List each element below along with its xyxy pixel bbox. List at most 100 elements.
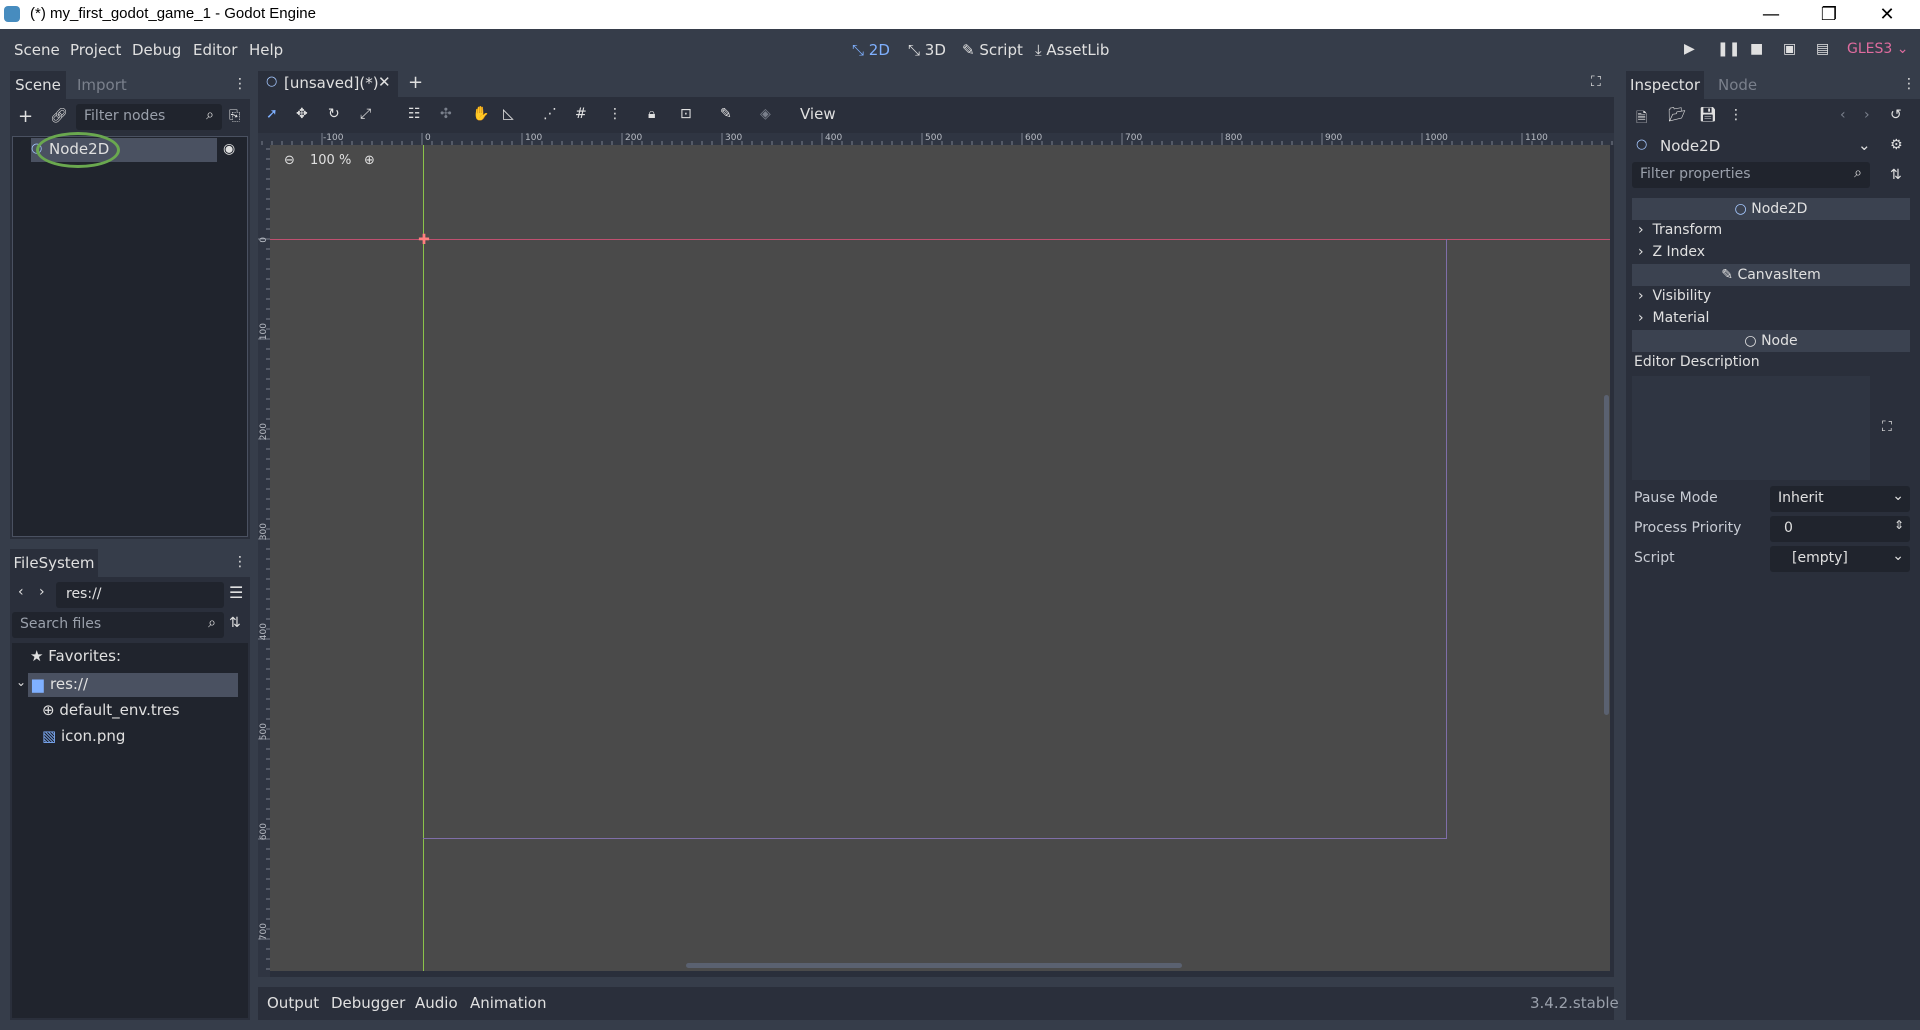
tab-node[interactable]: Node bbox=[1718, 71, 1757, 99]
grid-snap-icon[interactable]: # bbox=[575, 106, 587, 122]
globe-icon: ⊕ bbox=[42, 701, 60, 719]
dock-menu-icon[interactable]: ⋮ bbox=[233, 76, 247, 92]
search-files-input[interactable]: Search files ⌕ bbox=[12, 612, 224, 638]
stop-icon[interactable]: ■ bbox=[1750, 41, 1763, 57]
tab-filesystem[interactable]: FileSystem bbox=[10, 549, 98, 577]
view-menu[interactable]: View bbox=[800, 105, 836, 123]
object-properties-icon[interactable]: ⚙ bbox=[1890, 137, 1903, 153]
tab-audio[interactable]: Audio bbox=[415, 994, 458, 1012]
ruler-tool-icon[interactable]: ◺ bbox=[503, 106, 514, 122]
expand-icon[interactable]: ⛶ bbox=[1882, 419, 1892, 435]
sort-icon[interactable]: ⇅ bbox=[229, 615, 241, 631]
favorites-row[interactable]: ★ Favorites: bbox=[30, 647, 121, 665]
minimize-button[interactable]: — bbox=[1742, 0, 1800, 29]
group-material[interactable]: › Material bbox=[1638, 310, 1709, 326]
camera-override-icon[interactable]: ◈ bbox=[760, 106, 771, 122]
object-selector[interactable]: ○ Node2D ⌄ bbox=[1626, 133, 1871, 159]
pan-tool-icon[interactable]: ✋ bbox=[472, 106, 489, 122]
rotate-tool-icon[interactable]: ↻ bbox=[328, 106, 340, 122]
group-visibility[interactable]: › Visibility bbox=[1638, 288, 1711, 304]
restore-button[interactable]: ❐ bbox=[1800, 0, 1858, 29]
select-tool-icon[interactable]: ➚ bbox=[266, 106, 278, 122]
script-label: Script bbox=[1634, 550, 1675, 566]
pivot-tool-icon[interactable]: ✣ bbox=[440, 106, 452, 122]
close-tab-icon[interactable]: ✕ bbox=[378, 73, 391, 91]
dock-menu-icon[interactable]: ⋮ bbox=[1902, 76, 1916, 92]
list-select-icon[interactable]: ☷ bbox=[408, 106, 421, 122]
horizontal-scrollbar[interactable] bbox=[686, 963, 1182, 968]
move-tool-icon[interactable]: ✥ bbox=[296, 106, 308, 122]
tab-animation[interactable]: Animation bbox=[470, 994, 546, 1012]
workspace-2d-button[interactable]: ⤡ 2D bbox=[852, 41, 890, 59]
ruler-label: 900 bbox=[1325, 133, 1343, 143]
distraction-free-icon[interactable]: ⛶ bbox=[1591, 74, 1601, 90]
ruler-label: 200 bbox=[259, 423, 269, 441]
tab-scene[interactable]: Scene bbox=[10, 71, 66, 99]
link-icon[interactable]: 🔗︎ bbox=[50, 108, 68, 124]
tab-debugger[interactable]: Debugger bbox=[331, 994, 405, 1012]
forward-arrow-icon[interactable]: › bbox=[39, 584, 45, 600]
menu-scene[interactable]: Scene bbox=[14, 41, 60, 59]
group-icon[interactable]: ⊡ bbox=[680, 106, 692, 122]
more-options-icon[interactable]: ⋮ bbox=[1729, 107, 1743, 123]
filter-properties-input[interactable]: Filter properties ⌕ bbox=[1632, 162, 1870, 188]
property-settings-icon[interactable]: ⇅ bbox=[1890, 167, 1902, 183]
tab-import[interactable]: Import bbox=[77, 71, 127, 99]
instance-scene-icon[interactable]: ⎘ bbox=[229, 108, 240, 124]
chevron-right-icon: › bbox=[1638, 288, 1653, 304]
add-node-icon[interactable]: + bbox=[18, 106, 33, 127]
workspace-script-button[interactable]: ✎ Script bbox=[962, 41, 1023, 59]
menu-debug[interactable]: Debug bbox=[132, 41, 181, 59]
zoom-out-icon[interactable]: ⊖ bbox=[284, 153, 295, 168]
pause-icon[interactable]: ❚❚ bbox=[1717, 41, 1740, 57]
pause-mode-label: Pause Mode bbox=[1634, 490, 1718, 506]
menu-editor[interactable]: Editor bbox=[193, 41, 237, 59]
chevron-down-icon: ⌄ bbox=[16, 675, 27, 689]
play-scene-icon[interactable]: ▣ bbox=[1783, 41, 1796, 57]
filesystem-dock: ‹ › res:// ☰ Search files ⌕ ⇅ ★ Favorite… bbox=[10, 577, 250, 1020]
pause-mode-dropdown[interactable]: Inherit ⌄ bbox=[1770, 486, 1910, 512]
visibility-eye-icon[interactable]: ◉ bbox=[223, 141, 235, 157]
close-window-button[interactable]: ✕ bbox=[1858, 0, 1916, 29]
filter-nodes-input[interactable]: Filter nodes ⌕ bbox=[76, 104, 222, 130]
workspace-3d-button[interactable]: ⤡ 3D bbox=[908, 41, 946, 59]
process-priority-spinbox[interactable]: 0 ⇕ bbox=[1770, 516, 1910, 542]
lock-icon[interactable]: 🔒︎ bbox=[648, 106, 655, 122]
path-field[interactable]: res:// bbox=[56, 582, 224, 608]
zoom-in-icon[interactable]: ⊕ bbox=[364, 153, 375, 168]
new-resource-icon[interactable]: 🗎︎ bbox=[1636, 107, 1647, 131]
history-icon[interactable]: ↺ bbox=[1890, 107, 1902, 123]
tab-output[interactable]: Output bbox=[267, 994, 319, 1012]
workspace-assetlib-button[interactable]: ⤓ AssetLib bbox=[1035, 41, 1109, 59]
canvas-2d[interactable]: ✚ ⊖ 100 % ⊕ bbox=[270, 145, 1610, 971]
snap-options-icon[interactable]: ⋮ bbox=[608, 106, 622, 122]
script-resource-picker[interactable]: [empty] ⌄ bbox=[1770, 546, 1910, 572]
scene-tab-unsaved[interactable]: ○ [unsaved](*) ✕ bbox=[258, 71, 398, 97]
scale-tool-icon[interactable]: ⤢ bbox=[360, 106, 371, 122]
group-transform[interactable]: › Transform bbox=[1638, 222, 1722, 238]
file-row-icon-png[interactable]: ▧ icon.png bbox=[42, 727, 125, 745]
back-arrow-icon[interactable]: ‹ bbox=[18, 584, 24, 600]
vertical-scrollbar[interactable] bbox=[1604, 395, 1609, 715]
history-back-icon[interactable]: ‹ bbox=[1840, 107, 1846, 123]
renderer-dropdown[interactable]: GLES3 ⌄ bbox=[1847, 41, 1908, 57]
dock-menu-icon[interactable]: ⋮ bbox=[233, 554, 247, 570]
tab-inspector[interactable]: Inspector bbox=[1626, 71, 1704, 99]
add-tab-icon[interactable]: + bbox=[408, 72, 423, 93]
bone-icon[interactable]: ✎ bbox=[720, 106, 732, 122]
menu-help[interactable]: Help bbox=[249, 41, 283, 59]
menu-project[interactable]: Project bbox=[70, 41, 121, 59]
split-view-icon[interactable]: ☰ bbox=[229, 583, 243, 602]
res-folder-row[interactable]: ⌄ ▆ res:// bbox=[16, 673, 238, 697]
group-zindex[interactable]: › Z Index bbox=[1638, 244, 1705, 260]
folder-icon: ▆ bbox=[32, 675, 44, 693]
history-forward-icon[interactable]: › bbox=[1864, 107, 1870, 123]
play-icon[interactable]: ▶ bbox=[1684, 41, 1695, 57]
zoom-level[interactable]: 100 % bbox=[310, 153, 351, 168]
smart-snap-icon[interactable]: ⋰ bbox=[543, 106, 557, 122]
file-row-default-env[interactable]: ⊕ default_env.tres bbox=[42, 701, 180, 719]
editor-description-textarea[interactable] bbox=[1632, 376, 1870, 480]
play-custom-scene-icon[interactable]: ▤ bbox=[1816, 41, 1829, 57]
save-icon[interactable]: 💾︎ bbox=[1699, 107, 1717, 123]
open-folder-icon[interactable]: 📂︎ bbox=[1668, 107, 1686, 123]
